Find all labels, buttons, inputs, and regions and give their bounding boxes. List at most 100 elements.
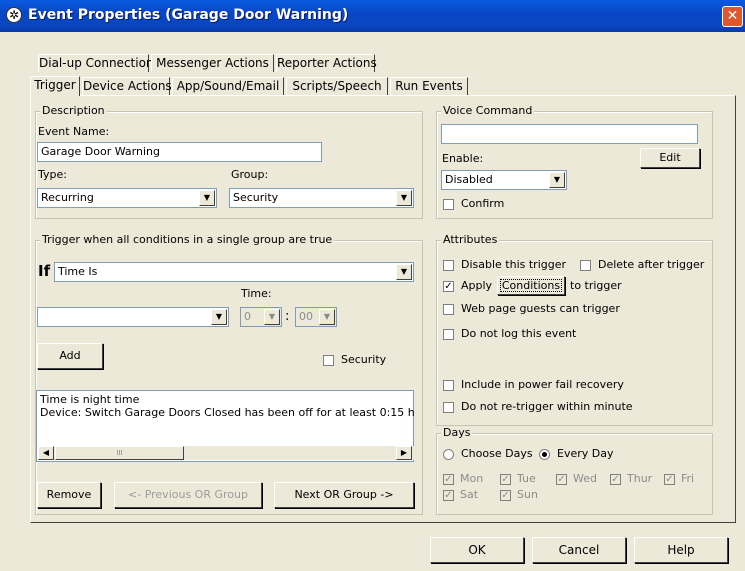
help-button[interactable]: Help [634, 537, 728, 563]
tab-device-actions[interactable]: Device Actions [82, 77, 172, 95]
tab-run-events[interactable]: Run Events [390, 77, 468, 95]
every-day-radio[interactable] [539, 449, 550, 460]
choose-days-radio[interactable] [443, 449, 454, 460]
no-retrigger-checkbox[interactable] [443, 402, 454, 413]
type-select-value: Recurring [41, 191, 94, 204]
chevron-down-icon[interactable]: ▼ [396, 264, 412, 280]
hour-value: 0 [244, 310, 251, 323]
voice-command-field[interactable] [441, 124, 698, 144]
to-trigger-label: to trigger [570, 279, 622, 292]
day-mon-label: Mon [460, 472, 484, 485]
if-label: If [38, 262, 51, 280]
previous-or-group-button[interactable]: <- Previous OR Group [114, 482, 262, 508]
tab-scripts-speech[interactable]: Scripts/Speech [286, 77, 388, 95]
list-item[interactable]: Device: Switch Garage Doors Closed has b… [40, 406, 415, 419]
tab-trigger[interactable]: Trigger [30, 76, 80, 96]
chevron-down-icon[interactable]: ▼ [319, 309, 335, 325]
day-tue-label: Tue [517, 472, 536, 485]
tab-app-sound-email[interactable]: App/Sound/Email [172, 77, 284, 95]
delete-after-trigger-checkbox[interactable] [580, 260, 591, 271]
confirm-checkbox[interactable] [443, 199, 454, 210]
minute-value: 00 [299, 310, 313, 323]
scroll-right-icon[interactable]: ▶ [396, 446, 412, 460]
cancel-button[interactable]: Cancel [532, 537, 626, 563]
time-label: Time: [241, 287, 272, 300]
app-icon: ✲ [6, 7, 22, 23]
event-name-label: Event Name: [38, 125, 110, 138]
enable-select-value: Disabled [445, 173, 493, 186]
close-button[interactable]: ✕ [722, 6, 743, 27]
trigger-conditions-group-label: Trigger when all conditions in a single … [40, 233, 335, 246]
remove-button[interactable]: Remove [37, 482, 101, 508]
scroll-left-icon[interactable]: ◀ [38, 446, 54, 460]
security-label: Security [341, 353, 387, 366]
apply-conditions-checkbox[interactable]: ✓ [443, 281, 454, 292]
attributes-group-label: Attributes [441, 233, 500, 246]
chevron-down-icon[interactable]: ▼ [211, 309, 227, 325]
group-select-value: Security [233, 191, 279, 204]
every-day-label: Every Day [557, 447, 614, 460]
enable-select[interactable]: Disabled ▼ [441, 170, 567, 190]
choose-days-label: Choose Days [461, 447, 533, 460]
next-or-group-button[interactable]: Next OR Group -> [274, 482, 414, 508]
day-sat-checkbox[interactable]: ✓ [443, 490, 454, 501]
chevron-down-icon[interactable]: ▼ [199, 190, 215, 206]
tab-dial-up-connection[interactable]: Dial-up Connection [38, 54, 154, 72]
conditions-list[interactable]: Time is night time Device: Switch Garage… [36, 390, 415, 462]
no-retrigger-label: Do not re-trigger within minute [461, 400, 633, 413]
disable-trigger-label: Disable this trigger [461, 258, 567, 271]
voice-command-group-label: Voice Command [441, 104, 535, 117]
window-title: Event Properties (Garage Door Warning) [28, 7, 349, 23]
delete-after-trigger-label: Delete after trigger [598, 258, 705, 271]
days-group-label: Days [441, 426, 473, 439]
day-fri-label: Fri [681, 472, 695, 485]
type-select[interactable]: Recurring ▼ [37, 188, 217, 208]
do-not-log-label: Do not log this event [461, 327, 577, 340]
confirm-label: Confirm [461, 197, 505, 210]
add-condition-button[interactable]: Add [37, 343, 103, 369]
ok-button[interactable]: OK [430, 537, 524, 563]
group-label: Group: [231, 168, 269, 181]
enable-label: Enable: [442, 152, 484, 165]
chevron-down-icon[interactable]: ▼ [264, 309, 280, 325]
do-not-log-checkbox[interactable] [443, 329, 454, 340]
day-fri-checkbox[interactable]: ✓ [664, 474, 675, 485]
type-label: Type: [38, 168, 67, 181]
scroll-thumb[interactable]: III [55, 446, 184, 460]
list-item[interactable]: Time is night time [40, 393, 139, 406]
time-separator: : [285, 309, 290, 324]
web-guests-label: Web page guests can trigger [461, 302, 620, 315]
title-bar[interactable]: ✲ Event Properties (Garage Door Warning)… [0, 0, 745, 32]
disable-trigger-checkbox[interactable] [443, 260, 454, 271]
event-name-field[interactable]: Garage Door Warning [37, 142, 322, 162]
hour-select[interactable]: 0 ▼ [240, 307, 282, 327]
condition-value-select[interactable]: ▼ [37, 307, 229, 327]
day-tue-checkbox[interactable]: ✓ [500, 474, 511, 485]
apply-label: Apply [461, 279, 493, 292]
day-thur-checkbox[interactable]: ✓ [610, 474, 621, 485]
tab-reporter-actions[interactable]: Reporter Actions [276, 54, 377, 72]
day-sun-label: Sun [517, 488, 538, 501]
day-thur-label: Thur [627, 472, 653, 485]
event-properties-window: ✲ Event Properties (Garage Door Warning)… [0, 0, 745, 571]
tab-messenger-actions[interactable]: Messenger Actions [151, 54, 274, 72]
horizontal-scrollbar[interactable]: ◀ III ▶ [38, 446, 414, 460]
minute-select[interactable]: 00 ▼ [295, 307, 337, 327]
day-sun-checkbox[interactable]: ✓ [500, 490, 511, 501]
day-wed-checkbox[interactable]: ✓ [556, 474, 567, 485]
day-sat-label: Sat [460, 488, 479, 501]
group-select[interactable]: Security ▼ [229, 188, 414, 208]
chevron-down-icon[interactable]: ▼ [549, 172, 565, 188]
day-mon-checkbox[interactable]: ✓ [443, 474, 454, 485]
description-group-label: Description [40, 104, 107, 117]
security-checkbox[interactable] [323, 355, 334, 366]
day-wed-label: Wed [573, 472, 597, 485]
power-fail-recovery-checkbox[interactable] [443, 380, 454, 391]
voice-edit-button[interactable]: Edit [640, 148, 700, 168]
condition-type-select[interactable]: Time Is ▼ [54, 262, 414, 282]
condition-type-value: Time Is [58, 265, 98, 278]
power-fail-recovery-label: Include in power fail recovery [461, 378, 624, 391]
chevron-down-icon[interactable]: ▼ [396, 190, 412, 206]
conditions-button[interactable]: Conditions [497, 276, 565, 295]
web-guests-checkbox[interactable] [443, 304, 454, 315]
